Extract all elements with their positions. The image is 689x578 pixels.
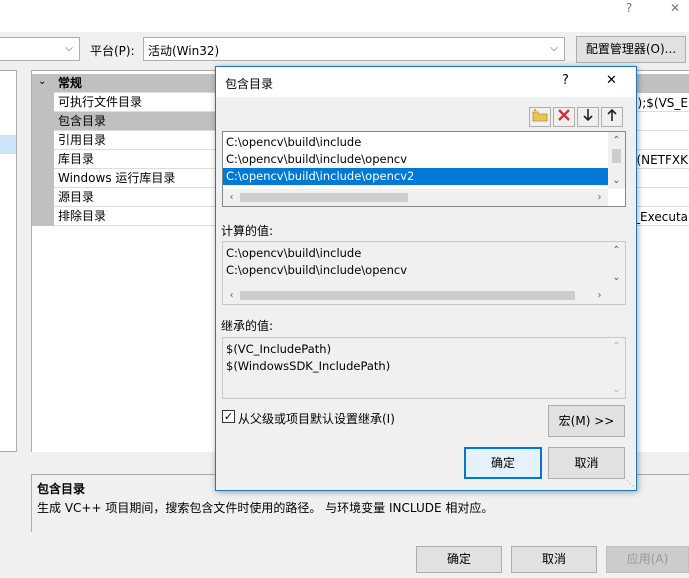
collapse-icon[interactable]: ⌄ [32,74,54,93]
dialog-cancel-button[interactable]: 取消 [548,447,625,479]
scroll-down-icon[interactable]: ⌄ [608,381,625,398]
window-close-button[interactable]: ✕ [660,0,689,22]
inherit-checkbox-label[interactable]: 从父级或项目默认设置继承(I) [238,410,395,427]
list-item[interactable]: C:\opencv\build\include\opencv [223,151,611,168]
tree-selected-item[interactable] [0,135,16,154]
platform-value: 活动(Win32) [148,44,220,58]
scroll-thumb[interactable] [240,291,575,300]
evaluated-line: C:\opencv\build\include [226,246,362,260]
include-paths-list[interactable]: C:\opencv\build\include C:\opencv\build\… [222,131,626,207]
arrow-down-icon [582,109,594,126]
dialog-title-bar: 包含目录 ? ✕ [216,67,636,97]
scroll-left-icon[interactable]: ‹ [223,287,240,304]
apply-button[interactable]: 应用(A) [606,546,689,573]
dialog-ok-button[interactable]: 确定 [464,447,542,479]
evaluated-line: C:\opencv\build\include\opencv [226,263,408,277]
include-directories-dialog: 包含目录 ? ✕ C:\opencv\build\include C:\open… [215,66,637,491]
cancel-button[interactable]: 取消 [511,546,597,573]
dialog-close-button[interactable]: ✕ [606,73,617,88]
inherit-checkbox[interactable]: ✓ [222,410,235,423]
scroll-left-icon[interactable]: ‹ [223,189,240,206]
vertical-scrollbar[interactable]: ⌃ ⌄ [608,132,625,189]
new-line-button[interactable] [529,107,551,127]
macros-button[interactable]: 宏(M) >> [548,405,625,437]
scroll-up-icon[interactable]: ⌃ [608,132,625,149]
description-title: 包含目录 [37,482,86,496]
dialog-help-button[interactable]: ? [562,73,569,88]
delete-icon [557,109,571,126]
scroll-right-icon[interactable]: › [591,189,608,206]
inherited-line: $(WindowsSDK_IncludePath) [226,359,391,373]
vertical-scrollbar[interactable]: ⌃ ⌄ [608,242,625,287]
move-up-button[interactable] [601,107,623,127]
vertical-scrollbar[interactable]: ⌃ ⌄ [608,338,625,398]
configuration-dropdown[interactable]: ⌵ [0,37,80,61]
scroll-up-icon[interactable]: ⌃ [608,242,625,259]
scroll-thumb[interactable] [240,193,408,202]
horizontal-scrollbar[interactable]: ‹ › [223,287,608,304]
inherited-label: 继承的值: [221,319,274,333]
new-folder-icon [532,108,548,126]
list-item[interactable]: C:\opencv\build\include [223,134,611,151]
scroll-up-icon[interactable]: ⌃ [608,338,625,355]
platform-label: 平台(P): [90,44,135,58]
property-tree[interactable] [0,70,17,452]
scroll-right-icon[interactable]: › [591,287,608,304]
scroll-down-icon[interactable]: ⌄ [608,269,625,286]
dialog-title: 包含目录 [225,77,274,91]
evaluated-values-box[interactable]: C:\opencv\build\include C:\opencv\build\… [222,241,626,305]
window-title-bar [0,0,689,32]
resize-grip-icon[interactable]: ⋱ [626,480,634,488]
window-help-button[interactable]: ? [614,0,644,22]
horizontal-scrollbar[interactable]: ‹ › [223,189,608,206]
scroll-thumb[interactable] [612,149,621,163]
arrow-up-icon [606,108,618,126]
scroll-down-icon[interactable]: ⌄ [608,172,625,189]
description-text: 生成 VC++ 项目期间，搜索包含文件时使用的路径。 与环境变量 INCLUDE… [37,501,494,515]
inherited-line: $(VC_IncludePath) [226,342,332,356]
config-manager-button[interactable]: 配置管理器(O)... [576,36,686,63]
inherited-values-box[interactable]: $(VC_IncludePath) $(WindowsSDK_IncludePa… [222,337,626,399]
ok-button[interactable]: 确定 [416,546,502,573]
evaluated-label: 计算的值: [221,224,274,238]
move-down-button[interactable] [577,107,599,127]
platform-dropdown[interactable]: 活动(Win32) ⌵ [143,37,565,61]
delete-line-button[interactable] [553,107,575,127]
chevron-down-icon: ⌵ [65,43,73,54]
chevron-down-icon: ⌵ [550,43,558,54]
list-item-selected[interactable]: C:\opencv\build\include\opencv2 [223,168,611,185]
